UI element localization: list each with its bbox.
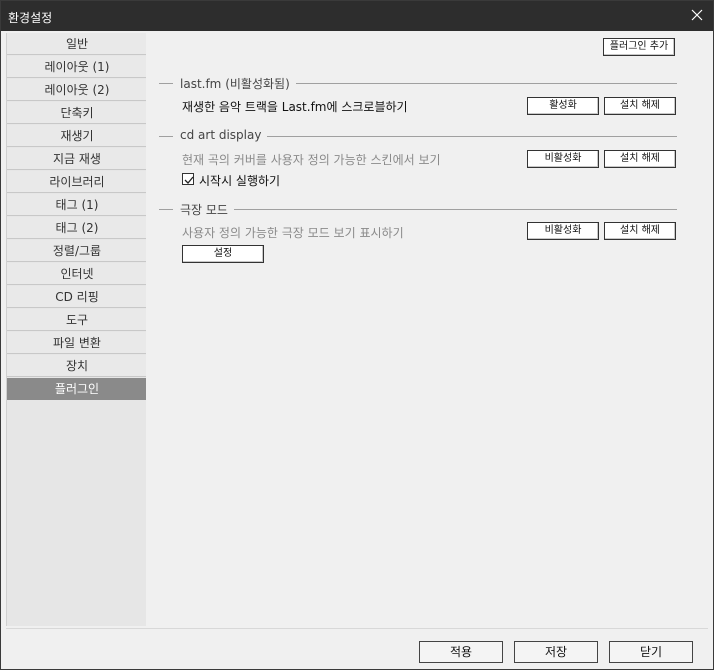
sidebar-item-shortcuts[interactable]: 단축키 [7,102,147,124]
save-button[interactable]: 저장 [514,641,598,663]
uninstall-button-theater-mode[interactable]: 설치 해제 [604,222,676,240]
close-icon[interactable] [689,7,705,23]
run-at-startup-checkbox[interactable] [182,173,194,185]
sidebar-item-layout-2[interactable]: 레이아웃 (2) [7,79,147,101]
sidebar-item-devices[interactable]: 장치 [7,355,147,377]
dialog-footer: 적용 저장 닫기 [6,628,708,666]
title-bar: 환경설정 [1,1,713,31]
uninstall-button-lastfm[interactable]: 설치 해제 [604,97,676,115]
plugin-name-theater-mode: 극장 모드 [180,201,234,218]
plugin-description-cd-art-display: 현재 곡의 커버를 사용자 정의 가능한 스킨에서 보기 [182,153,441,167]
sidebar-item-tools[interactable]: 도구 [7,309,147,331]
plugin-description-theater-mode: 사용자 정의 가능한 극장 모드 보기 표시하기 [182,226,404,240]
apply-button[interactable]: 적용 [419,641,503,663]
sidebar-item-now-playing[interactable]: 지금 재생 [7,148,147,170]
sidebar-item-player[interactable]: 재생기 [7,125,147,147]
uninstall-button-cd-art-display[interactable]: 설치 해제 [604,150,676,168]
section-lastfm: last.fm (비활성화됨) [159,75,677,92]
plugins-panel: 플러그인 추가 last.fm (비활성화됨) 재생한 음악 트랙을 Last.… [146,33,708,626]
settings-button-theater-mode[interactable]: 설정 [182,245,264,263]
close-button[interactable]: 닫기 [609,641,693,663]
sidebar: 일반 레이아웃 (1) 레이아웃 (2) 단축키 재생기 지금 재생 라이브러리… [6,33,147,626]
section-cd-art-display: cd art display [159,128,677,144]
enable-button-lastfm[interactable]: 활성화 [527,97,599,115]
disable-button-cd-art-display[interactable]: 비활성화 [527,150,599,168]
sidebar-item-library[interactable]: 라이브러리 [7,171,147,193]
disable-button-theater-mode[interactable]: 비활성화 [527,222,599,240]
plugin-name-cd-art-display: cd art display [180,128,268,142]
sidebar-item-tags-1[interactable]: 태그 (1) [7,194,147,216]
section-theater-mode: 극장 모드 [159,201,677,218]
preferences-window: 환경설정 일반 레이아웃 (1) 레이아웃 (2) 단축키 재생기 지금 재생 … [0,0,714,670]
sidebar-item-general[interactable]: 일반 [7,33,147,55]
window-title: 환경설정 [8,11,53,25]
sidebar-item-internet[interactable]: 인터넷 [7,263,147,285]
sidebar-item-file-conversion[interactable]: 파일 변환 [7,332,147,354]
sidebar-item-cd-ripping[interactable]: CD 리핑 [7,286,147,308]
plugin-description-lastfm: 재생한 음악 트랙을 Last.fm에 스크로블하기 [182,100,408,114]
plugin-name-lastfm: last.fm (비활성화됨) [180,75,296,92]
run-at-startup-label: 시작시 실행하기 [199,174,281,188]
sidebar-item-plugins[interactable]: 플러그인 [7,378,147,400]
add-plugin-button[interactable]: 플러그인 추가 [603,38,675,56]
sidebar-item-tags-2[interactable]: 태그 (2) [7,217,147,239]
sidebar-item-layout-1[interactable]: 레이아웃 (1) [7,56,147,78]
checkmark-icon [184,176,194,184]
sidebar-item-sort-group[interactable]: 정렬/그룹 [7,240,147,262]
